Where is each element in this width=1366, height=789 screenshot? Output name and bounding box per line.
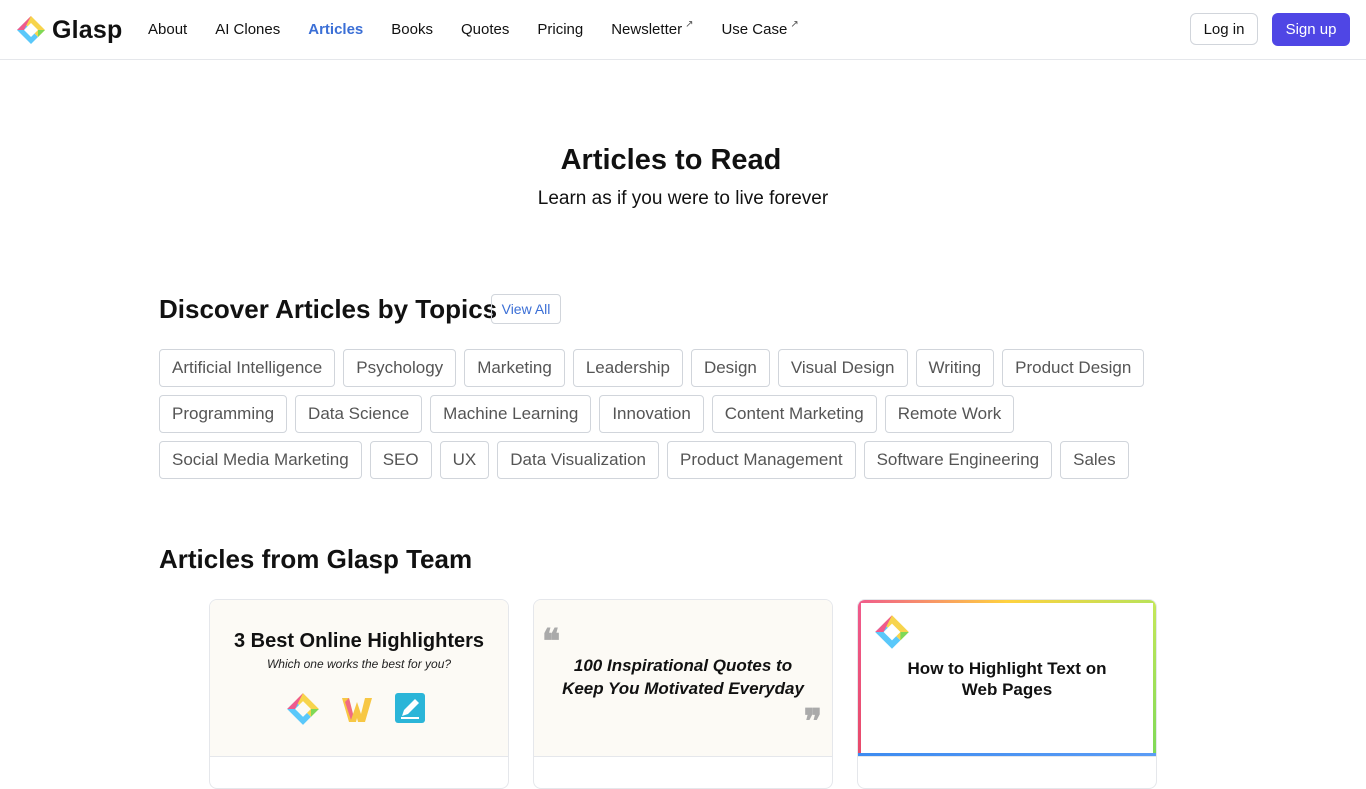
topic-chip[interactable]: Social Media Marketing	[159, 441, 362, 479]
topic-chip[interactable]: Content Marketing	[711, 395, 877, 433]
nav-newsletter-label: Newsletter	[611, 21, 683, 38]
weava-logo-icon	[342, 698, 372, 722]
view-all-topics-button[interactable]: View All	[491, 294, 561, 324]
topic-chip[interactable]: Data Visualization	[497, 441, 660, 479]
nav-quotes[interactable]: Quotes	[461, 20, 509, 42]
glasp-logo-icon	[875, 615, 909, 649]
topic-chip[interactable]: Sales	[1060, 441, 1129, 479]
topic-chip[interactable]: Leadership	[572, 349, 683, 387]
glasp-logo[interactable]: Glasp	[16, 14, 122, 46]
nav-use-case[interactable]: Use Case ↗	[721, 19, 799, 42]
article-card-online-highlighters[interactable]: 3 Best Online Highlighters Which one wor…	[209, 599, 509, 789]
rainbow-border	[1153, 600, 1156, 756]
article-thumbnail-subtitle: Which one works the best for you?	[266, 657, 452, 671]
topic-chip[interactable]: Product Design	[1002, 349, 1145, 387]
article-card-highlight-text[interactable]: How to Highlight Text on Web Pages	[857, 599, 1157, 789]
topic-chip[interactable]: Writing	[915, 349, 995, 387]
nav-about[interactable]: About	[148, 20, 187, 42]
article-thumbnail-title: 3 Best Online Highlighters	[233, 630, 485, 652]
topic-chip[interactable]: Machine Learning	[430, 395, 592, 433]
nav-ai-clones[interactable]: AI Clones	[215, 20, 280, 42]
nav-newsletter[interactable]: Newsletter ↗	[611, 19, 694, 42]
glasp-wordmark: Glasp	[52, 15, 123, 44]
topic-chip[interactable]: Innovation	[599, 395, 704, 433]
topic-chip[interactable]: Data Science	[295, 395, 423, 433]
liner-logo-icon	[395, 693, 425, 723]
login-button[interactable]: Log in	[1190, 13, 1258, 45]
external-link-icon: ↗	[685, 19, 694, 30]
top-header: Glasp About AI Clones Articles Books Quo…	[0, 0, 1366, 60]
highlighter-logos	[286, 692, 446, 726]
glasp-logo-icon	[287, 693, 319, 725]
topic-chip[interactable]: SEO	[369, 441, 432, 479]
topics-heading: Discover Articles by Topics	[159, 294, 498, 324]
page-subtitle: Learn as if you were to live forever	[537, 188, 829, 209]
topic-chip[interactable]: Visual Design	[777, 349, 908, 387]
signup-button[interactable]: Sign up	[1272, 13, 1350, 46]
rainbow-border	[858, 600, 861, 756]
nav-articles[interactable]: Articles	[308, 20, 363, 42]
article-card-inspirational-quotes[interactable]: ❝ 100 Inspirational Quotes to Keep You M…	[533, 599, 833, 789]
nav-pricing[interactable]: Pricing	[537, 20, 583, 42]
rainbow-border	[858, 753, 1156, 756]
topic-chip-list: Artificial Intelligence Psychology Marke…	[159, 349, 1159, 487]
article-thumbnail: 3 Best Online Highlighters Which one wor…	[210, 600, 508, 757]
article-thumbnail-title: How to Highlight Text on Web Pages	[907, 659, 1107, 699]
page-title: Articles to Read	[560, 144, 782, 176]
topic-chip[interactable]: Psychology	[343, 349, 457, 387]
topic-chip[interactable]: UX	[439, 441, 490, 479]
glasp-logo-icon	[17, 16, 45, 44]
article-thumbnail-title: 100 Inspirational Quotes to Keep You Mot…	[562, 656, 804, 698]
topic-chip[interactable]: Remote Work	[884, 395, 1015, 433]
article-thumbnail: ❝ 100 Inspirational Quotes to Keep You M…	[534, 600, 832, 757]
topic-chip[interactable]: Artificial Intelligence	[159, 349, 336, 387]
topic-chip[interactable]: Software Engineering	[863, 441, 1053, 479]
topic-chip[interactable]: Design	[690, 349, 770, 387]
external-link-icon: ↗	[790, 19, 799, 30]
topic-chip[interactable]: Programming	[159, 395, 288, 433]
nav-books[interactable]: Books	[391, 20, 433, 42]
topic-chip[interactable]: Product Management	[667, 441, 856, 479]
article-thumbnail: How to Highlight Text on Web Pages	[858, 600, 1156, 757]
main-nav: About AI Clones Articles Books Quotes Pr…	[148, 19, 827, 42]
nav-use-case-label: Use Case	[721, 21, 788, 38]
rainbow-border	[858, 600, 1156, 603]
team-articles-heading: Articles from Glasp Team	[159, 544, 473, 574]
quote-close-icon: ❞	[803, 704, 822, 741]
topic-chip[interactable]: Marketing	[464, 349, 565, 387]
